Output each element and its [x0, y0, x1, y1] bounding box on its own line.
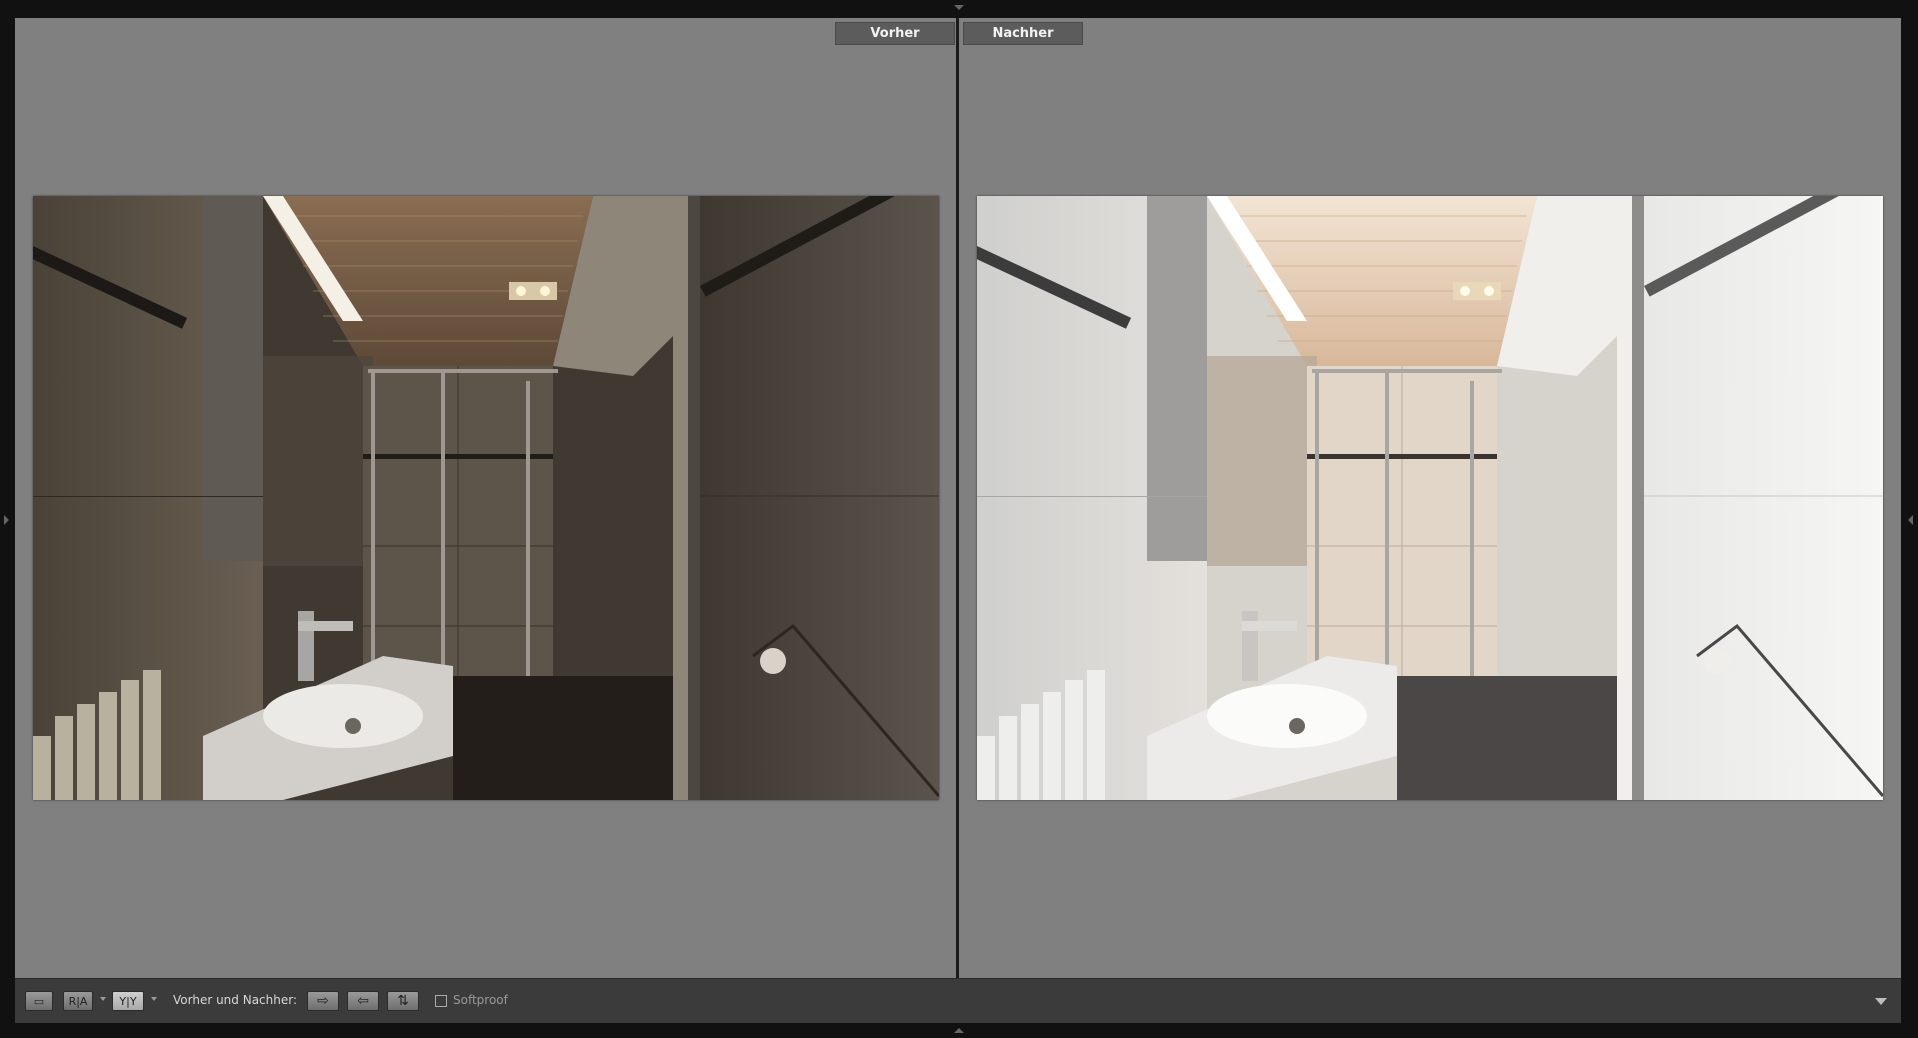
top-panel-toggle-icon[interactable] — [954, 5, 964, 10]
before-photo-image — [33, 196, 939, 800]
copy-after-to-before-button[interactable]: ⇦ — [347, 991, 379, 1011]
before-label: Vorher — [835, 22, 955, 45]
softproof-checkbox[interactable] — [435, 995, 447, 1007]
softproof-label: Softproof — [453, 993, 508, 1007]
after-photo-image — [977, 196, 1883, 800]
left-panel-toggle-icon[interactable] — [4, 515, 9, 525]
compare-label: Vorher und Nachher: — [173, 993, 298, 1007]
before-after-left-right-button[interactable]: R|A — [63, 991, 93, 1011]
after-photo[interactable] — [977, 196, 1883, 800]
loupe-view-button[interactable]: ▭ — [25, 991, 53, 1011]
swap-before-after-button[interactable]: ⇅ — [387, 991, 419, 1011]
bottom-toolbar: ▭ R|A Y|Y Vorher und Nachher: ⇨ ⇦ ⇅ Soft… — [15, 978, 1901, 1023]
copy-before-to-after-button[interactable]: ⇨ — [307, 991, 339, 1011]
compare-view: Vorher Nachher ▭ R|A Y|Y Vorher und Nach… — [15, 18, 1901, 1023]
after-pane: Nachher — [959, 18, 1901, 978]
split-options-caret-icon[interactable] — [151, 997, 157, 1001]
before-after-split-button[interactable]: Y|Y — [112, 991, 144, 1011]
after-label: Nachher — [963, 22, 1083, 45]
left-right-options-caret-icon[interactable] — [100, 997, 106, 1001]
bottom-panel-toggle-icon[interactable] — [954, 1028, 964, 1033]
before-photo[interactable] — [33, 196, 939, 800]
before-pane: Vorher — [15, 18, 956, 978]
toolbar-menu-chevron-down-icon[interactable] — [1875, 998, 1887, 1005]
right-panel-toggle-icon[interactable] — [1908, 515, 1913, 525]
